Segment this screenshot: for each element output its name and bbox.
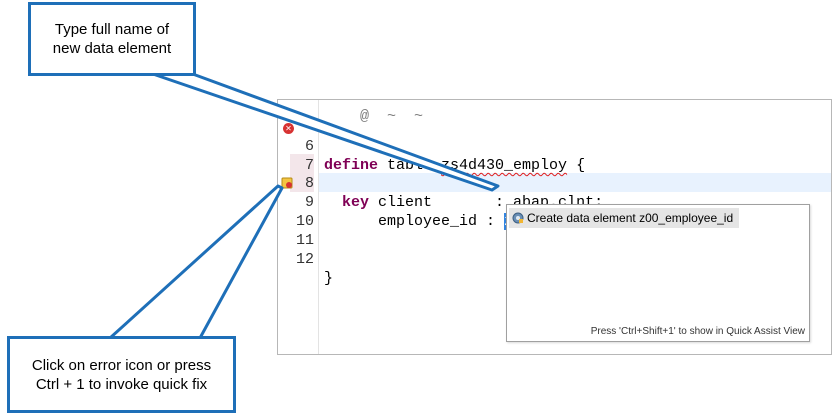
top-callout-pointer — [148, 71, 500, 192]
callout-type-name: Type full name of new data element — [28, 2, 196, 76]
screenshot-stage: @ ~ ~ ✕ 6 define table zs4d430_employ { … — [0, 0, 838, 419]
callout-quick-fix: Click on error icon or press Ctrl + 1 to… — [7, 336, 236, 413]
bottom-callout-pointer — [108, 184, 284, 340]
